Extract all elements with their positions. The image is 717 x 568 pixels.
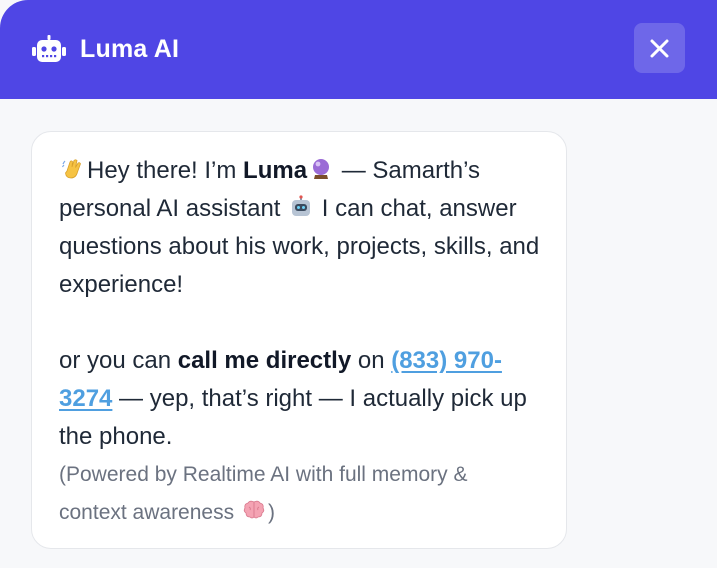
- brain-icon: [243, 500, 265, 519]
- chat-title: Luma AI: [80, 35, 180, 63]
- waving-hand-icon: [61, 159, 81, 179]
- close-icon: [650, 39, 669, 58]
- close-button[interactable]: [634, 23, 685, 73]
- greeting-text: Hey there! I’m: [87, 157, 244, 184]
- robot-icon: [32, 35, 66, 62]
- assistant-name: Luma: [243, 157, 308, 184]
- note-suffix-text: ): [267, 501, 275, 524]
- call-on-text: on: [351, 347, 392, 374]
- chat-widget: Luma AI Hey there! I’m Luma — Samarth’s …: [0, 0, 717, 568]
- call-paragraph: or you can call me directly on (833) 970…: [59, 342, 540, 456]
- chat-header: Luma AI: [0, 0, 717, 99]
- robot-face-icon: [292, 195, 311, 216]
- intro-paragraph: Hey there! I’m Luma — Samarth’s personal…: [59, 152, 540, 304]
- crystal-ball-icon: [313, 159, 330, 179]
- assistant-message: Hey there! I’m Luma — Samarth’s personal…: [31, 131, 567, 549]
- powered-by-note: (Powered by Realtime AI with full memory…: [59, 456, 540, 532]
- call-suffix-text: — yep, that’s right — I actually pick up…: [59, 385, 527, 450]
- call-directly-text: call me directly: [177, 347, 352, 374]
- call-prefix-text: or you can: [59, 347, 178, 374]
